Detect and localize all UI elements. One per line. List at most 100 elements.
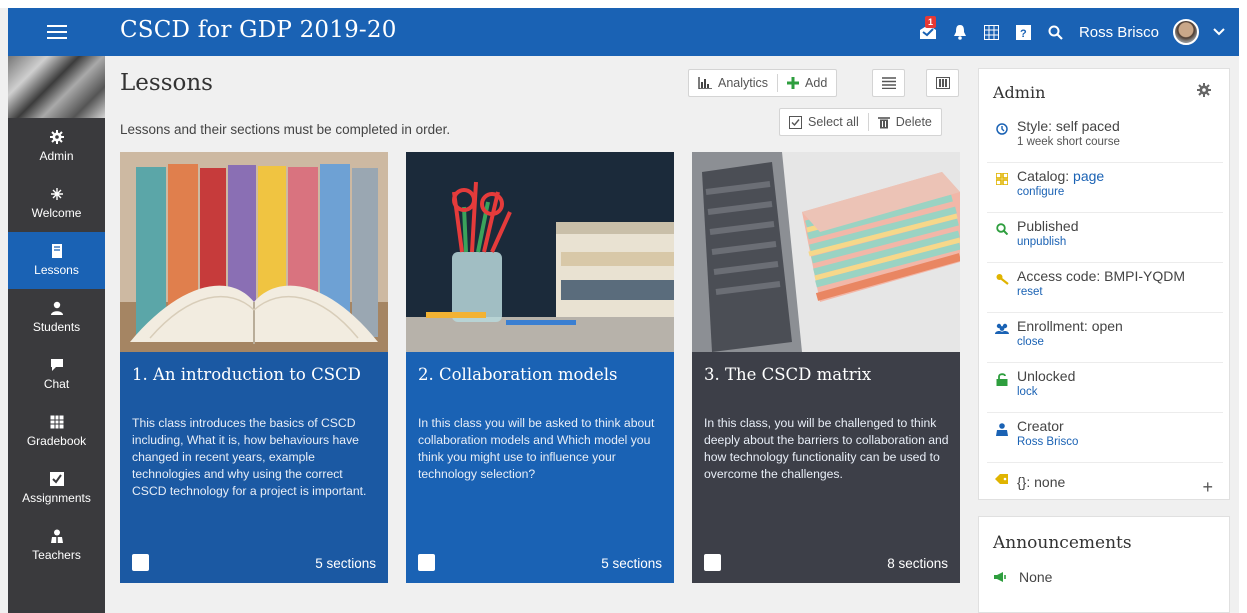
catalog-configure-link[interactable]: configure <box>1017 185 1104 200</box>
sidebar-item-label: Students <box>32 320 81 334</box>
lesson-card[interactable]: 1. An introduction to CSCD This class in… <box>120 152 388 583</box>
bar-chart-icon <box>698 77 712 89</box>
lesson-cards: 1. An introduction to CSCD This class in… <box>120 152 960 583</box>
laptop-notebooks-image <box>692 152 960 352</box>
sidebar-item-welcome[interactable]: Welcome <box>8 175 105 232</box>
lesson-card[interactable]: 3. The CSCD matrix In this class, you wi… <box>692 152 960 583</box>
calendar-button[interactable] <box>983 23 1001 41</box>
lock-link[interactable]: lock <box>1017 385 1075 400</box>
admin-settings-button[interactable] <box>1197 83 1211 102</box>
admin-tags-row: {}: none + <box>987 463 1223 513</box>
alerts-button[interactable] <box>951 23 969 41</box>
select-all-button[interactable]: Select all <box>780 109 868 135</box>
analytics-add-group: Analytics Add <box>688 69 838 97</box>
close-enrollment-link[interactable]: close <box>1017 335 1123 350</box>
help-button[interactable]: ? <box>1015 23 1033 41</box>
sidebar-item-students[interactable]: Students <box>8 289 105 346</box>
unpublish-link[interactable]: unpublish <box>1017 235 1079 250</box>
teacher-icon <box>996 423 1008 436</box>
search-icon <box>1048 25 1064 40</box>
lesson-section-count: 5 sections <box>601 556 662 571</box>
admin-style-row: Style: self paced 1 week short course <box>987 113 1223 163</box>
announcement-item: None <box>993 569 1052 585</box>
published-label: Published <box>1017 218 1079 234</box>
megaphone-icon <box>994 572 1006 582</box>
list-icon <box>881 77 896 89</box>
admin-enrollment-row: Enrollment: open close <box>987 313 1223 363</box>
plus-icon <box>787 77 800 89</box>
bell-icon <box>953 25 966 40</box>
lesson-description: This class introduces the basics of CSCD… <box>132 416 367 498</box>
announcements-title: Announcements <box>993 533 1132 553</box>
search-button[interactable] <box>1047 23 1065 41</box>
page-subtitle: Lessons and their sections must be compl… <box>120 122 451 137</box>
chevron-down-icon[interactable] <box>1213 28 1225 36</box>
user-name[interactable]: Ross Brisco <box>1079 24 1159 41</box>
main-content: Lessons Lessons and their sections must … <box>105 56 965 613</box>
app-title: CSCD for GDP 2019-20 <box>120 17 397 43</box>
group-icon <box>995 323 1009 334</box>
open-book-image <box>120 152 388 352</box>
sidebar-item-assignments[interactable]: Assignments <box>8 460 105 517</box>
teacher-icon <box>50 529 63 543</box>
window-right-border <box>1239 0 1247 613</box>
delete-label: Delete <box>895 115 932 129</box>
lesson-image-supplies <box>406 152 674 352</box>
add-lesson-button[interactable]: Add <box>778 70 836 96</box>
grid-icon <box>49 415 64 429</box>
sidebar-item-chat[interactable]: Chat <box>8 346 105 403</box>
person-icon <box>50 301 63 315</box>
columns-icon <box>935 77 950 89</box>
lesson-title[interactable]: 1. An introduction to CSCD <box>132 365 361 384</box>
lesson-description: In this class you will be asked to think… <box>418 416 655 481</box>
creator-label: Creator <box>1017 418 1064 434</box>
lesson-select-checkbox[interactable] <box>704 554 721 571</box>
tags-label: {}: none <box>1017 474 1066 490</box>
sidebar-item-lessons[interactable]: Lessons <box>8 232 105 289</box>
sidebar-item-label: Welcome <box>31 206 82 220</box>
trash-icon <box>877 116 890 128</box>
add-tag-button[interactable]: + <box>1202 477 1213 498</box>
sidebar-item-gradebook[interactable]: Gradebook <box>8 403 105 460</box>
window-top-border <box>0 0 1247 8</box>
avatar[interactable] <box>1173 19 1199 45</box>
notification-badge: 1 <box>924 16 936 28</box>
lesson-title[interactable]: 3. The CSCD matrix <box>704 365 871 384</box>
hamburger-icon <box>46 25 67 39</box>
search-icon <box>996 223 1008 235</box>
add-label: Add <box>805 76 828 90</box>
analytics-button[interactable]: Analytics <box>689 70 777 96</box>
page-title: Lessons <box>120 70 213 96</box>
lesson-title[interactable]: 2. Collaboration models <box>418 365 618 384</box>
sidebar-item-label: Teachers <box>32 548 81 562</box>
svg-text:?: ? <box>1020 28 1027 40</box>
sparkle-icon <box>50 188 63 200</box>
announcements-panel: Announcements None <box>978 516 1230 613</box>
lesson-card[interactable]: 2. Collaboration models In this class yo… <box>406 152 674 583</box>
menu-toggle-button[interactable] <box>8 8 105 56</box>
sidebar-item-label: Admin <box>39 149 74 163</box>
lesson-card-body: 2. Collaboration models In this class yo… <box>406 352 674 583</box>
creator-name-link[interactable]: Ross Brisco <box>1017 435 1078 450</box>
catalog-label: Catalog: <box>1017 168 1074 184</box>
grid-view-button[interactable] <box>926 69 959 97</box>
top-bar: CSCD for GDP 2019-20 1 ? Ross Brisco <box>8 8 1239 56</box>
chat-icon <box>50 359 63 371</box>
catalog-page-link[interactable]: page <box>1073 168 1104 184</box>
delete-button[interactable]: Delete <box>869 109 941 135</box>
list-view-button[interactable] <box>872 69 905 97</box>
sidebar-item-admin[interactable]: Admin <box>8 118 105 175</box>
sidebar-item-teachers[interactable]: Teachers <box>8 517 105 574</box>
unlock-icon <box>996 373 1008 386</box>
sidebar: Admin Welcome Lessons Students Chat Grad… <box>8 56 105 613</box>
notifications-button[interactable]: 1 <box>919 16 937 41</box>
lesson-description: In this class, you will be challenged to… <box>704 416 949 481</box>
lesson-select-checkbox[interactable] <box>418 554 435 571</box>
admin-panel-title: Admin <box>993 83 1046 102</box>
reset-code-link[interactable]: reset <box>1017 285 1185 300</box>
admin-creator-row: Creator Ross Brisco <box>987 413 1223 463</box>
gear-icon <box>1197 83 1211 97</box>
school-supplies-image <box>406 152 674 352</box>
lesson-select-checkbox[interactable] <box>132 554 149 571</box>
top-actions: 1 ? Ross Brisco <box>919 8 1225 56</box>
